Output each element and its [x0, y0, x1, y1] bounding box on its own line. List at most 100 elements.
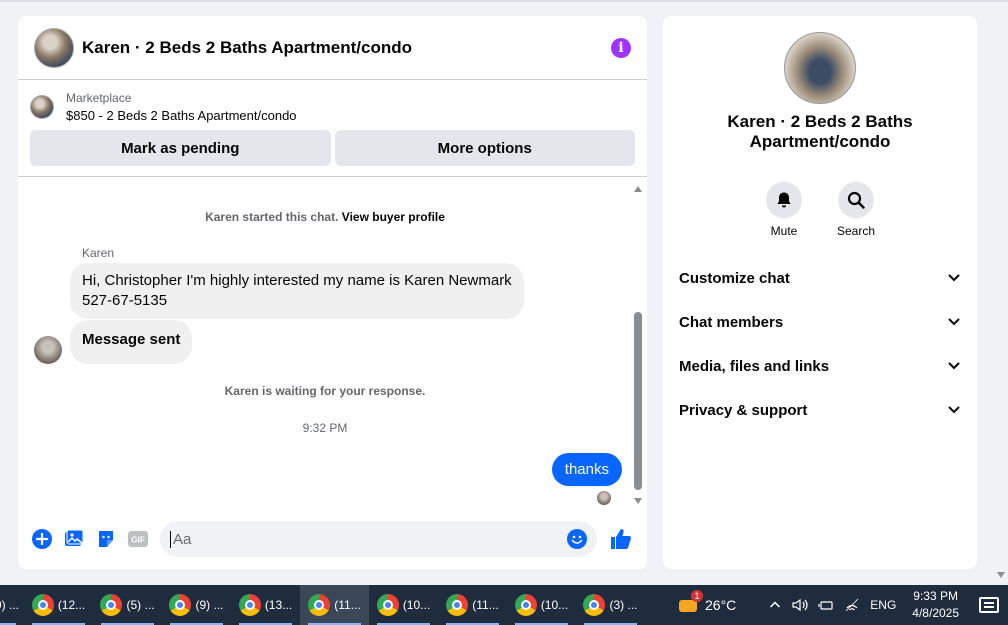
message-timestamp: 9:32 PM	[302, 421, 348, 435]
media-files-links-item[interactable]: Media, files and links	[663, 344, 977, 388]
scroll-up-arrow-icon[interactable]	[634, 186, 642, 192]
view-buyer-profile-link[interactable]: View buyer profile	[342, 210, 445, 224]
page-scroll-down-arrow-icon[interactable]	[997, 572, 1005, 578]
taskbar-task-label: (5) ...	[126, 598, 155, 612]
taskbar-chrome-window[interactable]: (10...	[369, 585, 438, 625]
taskbar-chrome-window[interactable]: (13...	[231, 585, 300, 625]
wifi-icon[interactable]	[844, 598, 860, 612]
profile-title: Karen · 2 Beds 2 Baths Apartment/condo	[727, 112, 913, 151]
incoming-message[interactable]: Hi, Christopher I'm highly interested my…	[70, 263, 524, 319]
battery-icon[interactable]	[818, 598, 834, 612]
clock-time: 9:33 PM	[913, 589, 958, 603]
taskbar-task-label: (11...	[334, 598, 361, 612]
svg-text:GIF: GIF	[131, 536, 145, 545]
mark-as-pending-button[interactable]: Mark as pending	[30, 130, 331, 166]
chrome-icon	[514, 594, 537, 616]
message-input-box[interactable]	[160, 521, 597, 557]
taskbar-chrome-window[interactable]: (11...	[438, 585, 507, 625]
more-options-button[interactable]: More options	[334, 130, 635, 166]
mute-button[interactable]: Mute	[766, 182, 802, 238]
emoji-icon[interactable]	[567, 529, 587, 549]
chat-start-text: Karen started this chat.	[205, 210, 339, 224]
chat-avatar[interactable]	[34, 27, 74, 68]
chevron-down-icon	[948, 318, 960, 326]
taskbar-clock[interactable]: 9:33 PM 4/8/2025	[912, 588, 959, 622]
sticker-icon[interactable]	[96, 529, 116, 549]
read-receipt-avatar	[597, 491, 611, 505]
taskbar-chrome-window[interactable]: (12...	[24, 585, 93, 625]
chat-header: Karen · 2 Beds 2 Baths Apartment/condo i	[18, 16, 647, 80]
menu-item-label: Chat members	[679, 313, 784, 331]
search-icon	[847, 191, 865, 209]
bell-icon	[777, 192, 791, 208]
chat-start-note: Karen started this chat. View buyer prof…	[18, 210, 632, 224]
mute-label: Mute	[770, 224, 798, 238]
message-input[interactable]	[170, 530, 567, 548]
system-tray: ENG	[768, 598, 896, 612]
photo-icon[interactable]	[64, 529, 84, 549]
taskbar-task-label: (9) ...	[195, 598, 224, 612]
weather-badge: 1	[691, 590, 703, 602]
chevron-down-icon	[948, 362, 960, 370]
taskbar-apps: (9) ... (12... (5) ... (9) ... (13... (1…	[0, 585, 645, 625]
top-divider	[0, 0, 1008, 2]
message-line: Hi, Christopher I'm highly interested my…	[82, 272, 512, 289]
message-line: 527-67-5135	[82, 292, 168, 309]
taskbar-task-label: (13...	[264, 598, 293, 612]
listing-price-title: $850 - 2 Beds 2 Baths Apartment/condo	[66, 108, 297, 123]
taskbar-chrome-window[interactable]: (10...	[507, 585, 576, 625]
weather-widget[interactable]: 1 26°C	[677, 590, 736, 614]
taskbar-chrome-window[interactable]: (9) ...	[0, 585, 24, 625]
plus-icon[interactable]	[32, 529, 52, 549]
chrome-icon	[376, 594, 399, 616]
privacy-support-item[interactable]: Privacy & support	[663, 388, 977, 432]
chrome-icon	[31, 594, 54, 616]
chat-panel: Karen · 2 Beds 2 Baths Apartment/condo i…	[18, 16, 647, 569]
taskbar-chrome-window[interactable]: (9) ...	[162, 585, 231, 625]
customize-chat-item[interactable]: Customize chat	[663, 256, 977, 300]
chrome-icon	[446, 594, 469, 616]
search-label: Search	[836, 224, 876, 238]
listing-card: Marketplace $850 - 2 Beds 2 Baths Apartm…	[18, 80, 647, 177]
sender-avatar[interactable]	[34, 336, 62, 364]
chrome-icon	[100, 594, 123, 616]
listing-source: Marketplace	[66, 91, 132, 105]
taskbar-chrome-window[interactable]: (3) ...	[576, 585, 645, 625]
listing-summary[interactable]: Marketplace $850 - 2 Beds 2 Baths Apartm…	[30, 90, 635, 124]
message-composer: GIF	[18, 509, 647, 569]
gif-icon[interactable]: GIF	[128, 529, 148, 549]
taskbar-task-label: (3) ...	[609, 598, 638, 612]
speaker-icon[interactable]	[792, 598, 808, 612]
weather-icon: 1	[677, 590, 703, 614]
chrome-icon	[238, 594, 261, 616]
clock-date: 4/8/2025	[912, 606, 960, 620]
chrome-icon	[583, 594, 606, 616]
chevron-up-icon[interactable]	[768, 598, 782, 612]
chat-title[interactable]: Karen · 2 Beds 2 Baths Apartment/condo	[82, 38, 611, 58]
taskbar-task-label: (11...	[472, 598, 499, 612]
taskbar-task-label: (9) ...	[0, 598, 19, 612]
taskbar-chrome-window[interactable]: (5) ...	[93, 585, 162, 625]
taskbar-chrome-window-active[interactable]: (11...	[300, 585, 369, 625]
chevron-down-icon	[948, 274, 960, 282]
taskbar-task-label: (10...	[402, 598, 431, 612]
chat-members-item[interactable]: Chat members	[663, 300, 977, 344]
profile-avatar[interactable]	[784, 32, 856, 104]
message-thread: Karen started this chat. View buyer prof…	[18, 180, 647, 510]
thumbs-up-icon[interactable]	[609, 527, 633, 551]
sender-name: Karen	[82, 246, 115, 260]
menu-item-label: Privacy & support	[679, 401, 808, 419]
notification-icon[interactable]	[979, 597, 1000, 613]
chevron-down-icon	[948, 406, 960, 414]
outgoing-message[interactable]: thanks	[551, 453, 622, 486]
scroll-thumb[interactable]	[634, 312, 642, 490]
language-indicator[interactable]: ENG	[870, 598, 896, 612]
info-icon[interactable]: i	[611, 37, 631, 58]
chat-scrollbar[interactable]	[633, 186, 643, 504]
menu-item-label: Customize chat	[679, 269, 790, 287]
incoming-message[interactable]: Message sent	[70, 320, 193, 364]
search-button[interactable]: Search	[836, 182, 876, 238]
listing-thumbnail	[30, 95, 54, 119]
taskbar-task-label: (12...	[57, 598, 86, 612]
scroll-down-arrow-icon[interactable]	[634, 498, 642, 504]
